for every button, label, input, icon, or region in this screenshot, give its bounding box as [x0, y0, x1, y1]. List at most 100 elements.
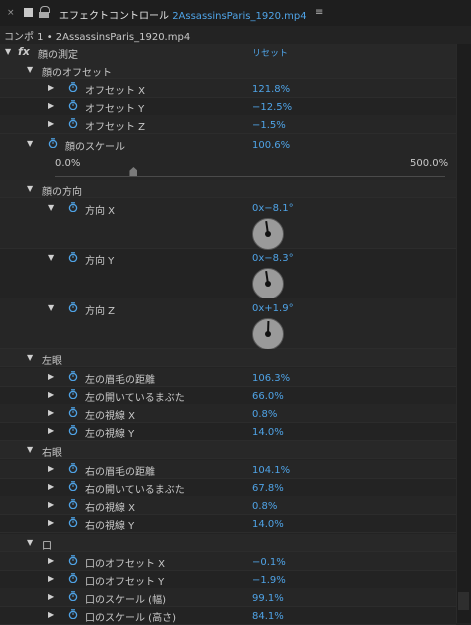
expand-triangle-closed-icon[interactable]: ▶	[48, 500, 54, 509]
left-eye-prop-value[interactable]: 66.0%	[252, 391, 284, 402]
stopwatch-icon[interactable]	[68, 371, 78, 381]
stopwatch-icon[interactable]	[68, 517, 78, 527]
stopwatch-icon[interactable]	[68, 252, 78, 262]
direction-prop-value[interactable]: 0x+1.9°	[252, 303, 294, 314]
left-eye-prop-row: ▶ 左の視線 X 0.8%	[0, 404, 456, 423]
right-eye-prop-label: 右の眉毛の距離	[85, 467, 155, 478]
mouth-prop-value[interactable]: −1.9%	[252, 575, 286, 586]
stopwatch-icon[interactable]	[68, 499, 78, 509]
expand-triangle-open-icon[interactable]: ▼	[5, 47, 11, 56]
mouth-prop-value[interactable]: −0.1%	[252, 557, 286, 568]
scrollbar-thumb[interactable]	[458, 592, 469, 610]
expand-triangle-open-icon[interactable]: ▼	[48, 303, 54, 312]
expand-triangle-open-icon[interactable]: ▼	[27, 353, 33, 362]
stopwatch-icon[interactable]	[68, 591, 78, 601]
stopwatch-icon[interactable]	[68, 100, 78, 110]
expand-triangle-closed-icon[interactable]: ▶	[48, 426, 54, 435]
left-eye-prop-value[interactable]: 0.8%	[252, 409, 277, 420]
expand-triangle-closed-icon[interactable]: ▶	[48, 518, 54, 527]
stopwatch-icon[interactable]	[68, 463, 78, 473]
expand-triangle-open-icon[interactable]: ▼	[27, 538, 33, 547]
right-eye-prop-value[interactable]: 14.0%	[252, 519, 284, 530]
offset-prop-value[interactable]: −12.5%	[252, 102, 292, 113]
expand-triangle-closed-icon[interactable]: ▶	[48, 556, 54, 565]
stopwatch-icon[interactable]	[68, 555, 78, 565]
left-eye-prop-value[interactable]: 14.0%	[252, 427, 284, 438]
left-eye-prop-row: ▶ 左の開いているまぶた 66.0%	[0, 386, 456, 405]
mouth-prop-label: 口のオフセット Y	[85, 577, 165, 588]
expand-triangle-open-icon[interactable]: ▼	[27, 184, 33, 193]
panel-title[interactable]: エフェクトコントロール 2AssassinsParis_1920.mp4	[59, 7, 307, 22]
expand-triangle-closed-icon[interactable]: ▶	[48, 482, 54, 491]
offset-prop-value[interactable]: 121.8%	[252, 84, 290, 95]
direction-prop-value[interactable]: 0x−8.3°	[252, 253, 294, 264]
breadcrumb-text[interactable]: コンポ 1 • 2AssassinsParis_1920.mp4	[4, 28, 190, 43]
stopwatch-icon[interactable]	[68, 573, 78, 583]
group-face-offset: ▼ 顔のオフセット	[0, 61, 456, 79]
scale-slider-track[interactable]	[55, 176, 445, 177]
mouth-prop-value[interactable]: 99.1%	[252, 593, 284, 604]
angle-dial[interactable]	[252, 318, 284, 350]
expand-triangle-closed-icon[interactable]: ▶	[48, 83, 54, 92]
stopwatch-icon[interactable]	[48, 138, 58, 148]
reset-link[interactable]: リセット	[252, 46, 288, 59]
stopwatch-icon[interactable]	[68, 609, 78, 619]
close-icon[interactable]: ×	[7, 8, 15, 18]
stopwatch-icon[interactable]	[68, 302, 78, 312]
mouth-prop-row: ▶ 口のスケール (高さ) 84.1%	[0, 606, 456, 625]
group-face-direction: ▼ 顔の方向	[0, 180, 456, 198]
group-right-eye-label: 右眼	[42, 448, 62, 459]
group-left-eye: ▼ 左眼	[0, 349, 456, 367]
group-face-offset-label: 顔のオフセット	[42, 68, 112, 79]
offset-prop-row: ▶ オフセット Z −1.5%	[0, 115, 456, 134]
lock-body	[39, 12, 49, 18]
angle-dial[interactable]	[252, 218, 284, 250]
expand-triangle-open-icon[interactable]: ▼	[27, 139, 33, 148]
stopwatch-icon[interactable]	[68, 202, 78, 212]
direction-prop-row: ▼ 方向 Y 0x−8.3°	[0, 248, 456, 300]
direction-prop-label: 方向 Z	[85, 306, 116, 317]
mouth-prop-label: 口のスケール (幅)	[85, 595, 166, 606]
right-eye-prop-label: 右の視線 Y	[85, 521, 135, 532]
face-scale-value[interactable]: 100.6%	[252, 140, 290, 151]
right-eye-prop-label: 右の開いているまぶた	[85, 485, 185, 496]
panel-tab-bar: × エフェクトコントロール 2AssassinsParis_1920.mp4 ≡	[0, 0, 471, 27]
offset-prop-value[interactable]: −1.5%	[252, 120, 286, 131]
expand-triangle-closed-icon[interactable]: ▶	[48, 574, 54, 583]
left-eye-prop-value[interactable]: 106.3%	[252, 373, 290, 384]
right-eye-prop-label: 右の視線 X	[85, 503, 136, 514]
expand-triangle-open-icon[interactable]: ▼	[27, 445, 33, 454]
right-eye-prop-value[interactable]: 104.1%	[252, 465, 290, 476]
scale-min-label: 0.0%	[55, 158, 81, 169]
right-eye-prop-value[interactable]: 67.8%	[252, 483, 284, 494]
expand-triangle-closed-icon[interactable]: ▶	[48, 372, 54, 381]
expand-triangle-open-icon[interactable]: ▼	[48, 253, 54, 262]
expand-triangle-closed-icon[interactable]: ▶	[48, 119, 54, 128]
panel-menu-icon[interactable]: ≡	[315, 7, 323, 18]
direction-prop-label: 方向 Y	[85, 256, 115, 267]
group-mouth-label: 口	[42, 541, 52, 552]
stopwatch-icon[interactable]	[68, 82, 78, 92]
face-scale-label: 顔のスケール	[65, 142, 125, 153]
stopwatch-icon[interactable]	[68, 407, 78, 417]
panel-title-file[interactable]: 2AssassinsParis_1920.mp4	[172, 11, 306, 22]
scrollbar[interactable]	[456, 44, 471, 623]
offset-prop-label: オフセット Y	[85, 104, 145, 115]
stopwatch-icon[interactable]	[68, 481, 78, 491]
mouth-prop-value[interactable]: 84.1%	[252, 611, 284, 622]
angle-dial[interactable]	[252, 268, 284, 300]
expand-triangle-closed-icon[interactable]: ▶	[48, 390, 54, 399]
direction-prop-value[interactable]: 0x−8.1°	[252, 203, 294, 214]
expand-triangle-closed-icon[interactable]: ▶	[48, 610, 54, 619]
stopwatch-icon[interactable]	[68, 118, 78, 128]
right-eye-prop-value[interactable]: 0.8%	[252, 501, 277, 512]
stopwatch-icon[interactable]	[68, 389, 78, 399]
expand-triangle-closed-icon[interactable]: ▶	[48, 464, 54, 473]
expand-triangle-open-icon[interactable]: ▼	[48, 203, 54, 212]
stopwatch-icon[interactable]	[68, 425, 78, 435]
expand-triangle-closed-icon[interactable]: ▶	[48, 101, 54, 110]
expand-triangle-closed-icon[interactable]: ▶	[48, 408, 54, 417]
right-eye-prop-row: ▶ 右の眉毛の距離 104.1%	[0, 460, 456, 479]
expand-triangle-closed-icon[interactable]: ▶	[48, 592, 54, 601]
expand-triangle-open-icon[interactable]: ▼	[27, 65, 33, 74]
